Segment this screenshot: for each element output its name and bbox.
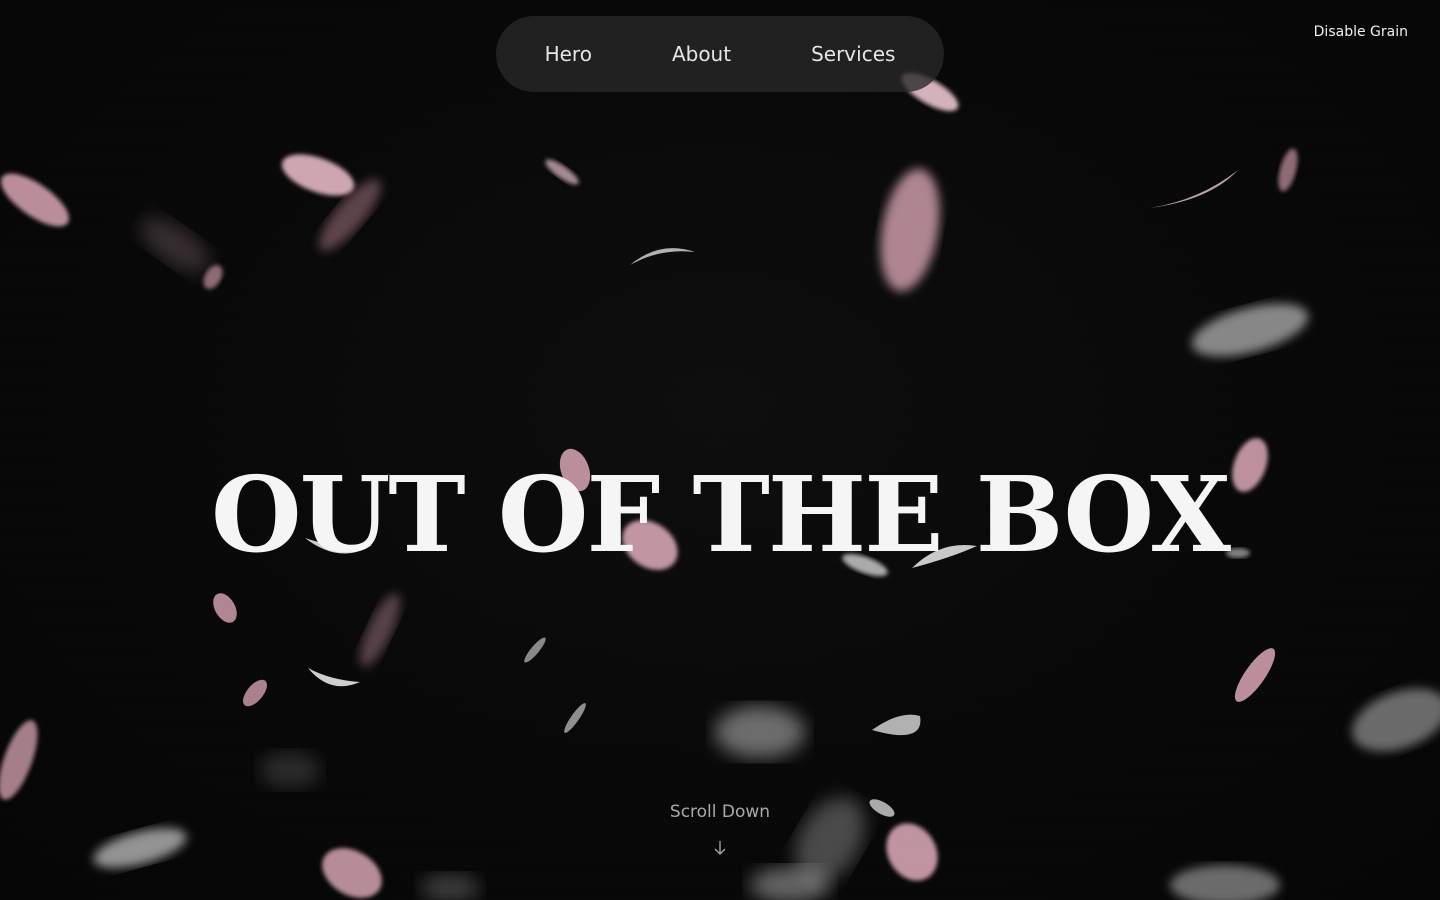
nav-item-services[interactable]: Services [771,42,935,66]
petal [1191,303,1309,357]
petal [880,168,940,292]
petal [213,593,237,623]
scroll-down-label[interactable]: Scroll Down [0,802,1440,822]
petal [308,668,360,687]
petal [140,217,210,273]
nav-item-about[interactable]: About [632,42,771,66]
petal [420,874,480,900]
petal [715,706,805,758]
petal [0,720,38,800]
petal [1150,170,1238,208]
disable-grain-button[interactable]: Disable Grain [1314,24,1408,40]
petal [260,752,320,788]
petal [93,828,187,868]
petal [0,173,70,227]
hero-headline: OUT OF THE BOX [211,452,1231,576]
hero-section: Hero About Services Disable Grain OUT OF… [0,0,1440,900]
petal [1170,865,1280,900]
petal [1352,688,1440,752]
petal [281,154,355,196]
petal [243,679,267,707]
petal [564,703,586,733]
petal [1278,148,1298,192]
falling-petals-background [0,72,1440,900]
nav-item-hero[interactable]: Hero [505,42,632,66]
petal [545,159,579,185]
petal [524,637,546,663]
petal [872,714,921,736]
petal [1234,648,1276,702]
top-navigation: Hero About Services [496,16,944,92]
petal [359,593,401,667]
petal [630,248,695,265]
petal [886,823,938,881]
arrow-down-icon[interactable] [710,838,730,858]
petal [322,848,382,898]
